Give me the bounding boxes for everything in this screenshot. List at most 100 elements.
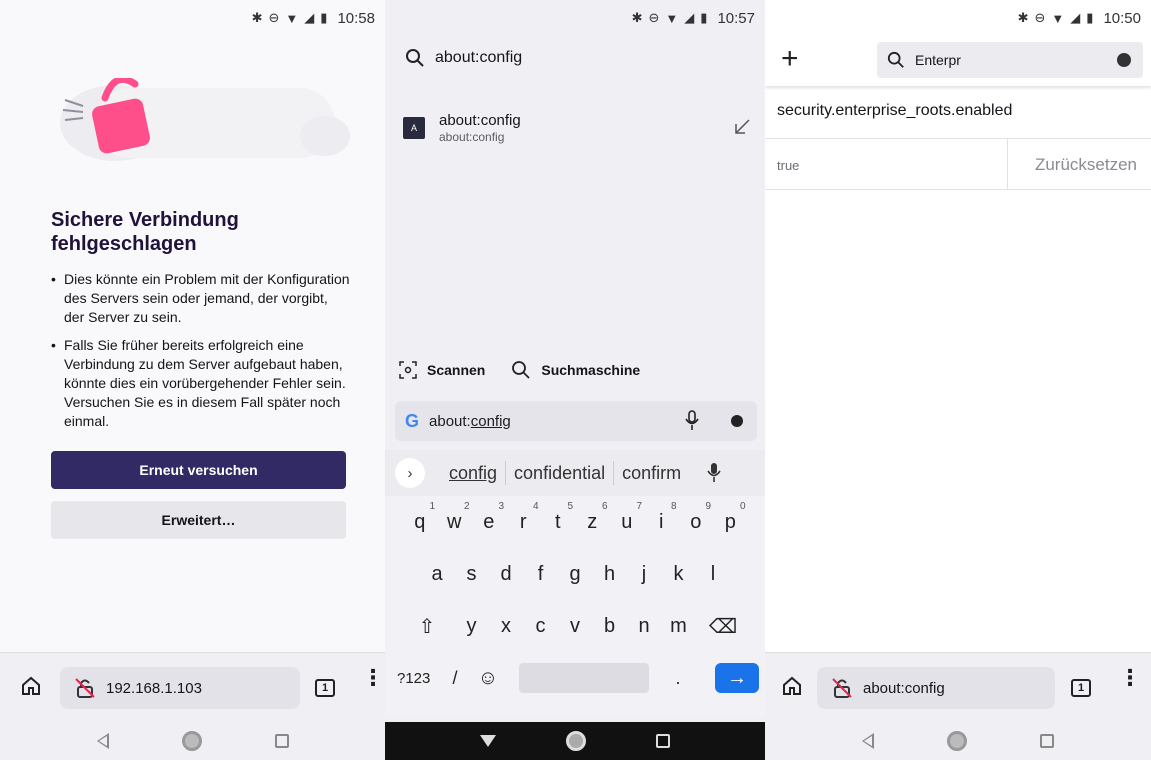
panel-about-config: ✱ ⊖ ▼ ◢ ▮ 10:50 + Enterpr security.enter… [765, 0, 1151, 760]
key[interactable]: z6 [575, 501, 610, 534]
key-label: o [690, 510, 702, 533]
bluetooth-icon: ✱ [1017, 10, 1029, 25]
shift-icon[interactable]: ⇧ [410, 614, 445, 639]
insecure-lock-icon[interactable] [831, 677, 853, 699]
nav-home-icon[interactable] [946, 731, 967, 751]
address-input-composing: config [470, 412, 511, 430]
space-key[interactable] [519, 663, 649, 693]
menu-kebab-icon[interactable]: ⋮ [362, 667, 384, 689]
clear-input-icon[interactable] [731, 415, 743, 427]
expand-chevron-icon[interactable]: › [395, 458, 425, 488]
key[interactable]: q1 [403, 501, 438, 534]
key[interactable]: x [489, 615, 524, 638]
key[interactable]: l [696, 563, 731, 586]
key[interactable]: a [420, 563, 455, 586]
key[interactable]: c [523, 615, 558, 638]
key[interactable]: k [661, 563, 696, 586]
key-label: u [621, 510, 633, 533]
nav-recents-icon[interactable] [274, 734, 289, 748]
pref-value[interactable]: true [777, 158, 799, 173]
panel-error-page: ✱ ⊖ ▼ ◢ ▮ 10:58 Sichere Verbindung fehlg… [0, 0, 385, 760]
key[interactable]: w2 [437, 501, 472, 534]
key[interactable]: o9 [679, 501, 714, 534]
retry-button[interactable]: Erneut versuchen [51, 451, 346, 489]
key[interactable]: b [592, 615, 627, 638]
key[interactable]: e3 [472, 501, 507, 534]
nav-back-icon[interactable] [861, 733, 874, 749]
signal-icon: ◢ [684, 10, 695, 25]
clear-search-icon[interactable] [1117, 53, 1131, 67]
slash-key[interactable]: / [437, 668, 473, 689]
microphone-icon[interactable] [685, 410, 699, 432]
nav-recents-icon[interactable] [656, 734, 670, 748]
pref-name[interactable]: security.enterprise_roots.enabled [777, 102, 1012, 120]
nav-home-icon[interactable] [566, 731, 586, 751]
insecure-lock-icon[interactable] [74, 677, 96, 699]
key[interactable]: f [523, 563, 558, 586]
dnd-icon: ⊖ [268, 10, 280, 25]
search-header: about:config [405, 48, 522, 68]
key[interactable]: t5 [541, 501, 576, 534]
nav-recents-icon[interactable] [1040, 734, 1055, 748]
backspace-icon[interactable]: ⌫ [706, 614, 741, 639]
url-bar[interactable]: about:config [817, 667, 1055, 709]
keyboard-suggestion-strip: › config confidential confirm [385, 450, 765, 496]
key[interactable]: j [627, 563, 662, 586]
search-engine-button[interactable]: Suchmaschine [511, 360, 640, 380]
key[interactable]: s [454, 563, 489, 586]
system-nav-bar [765, 722, 1151, 760]
home-icon[interactable] [20, 675, 42, 697]
wifi-icon: ▼ [285, 10, 299, 26]
key[interactable]: y [454, 615, 489, 638]
tabs-button[interactable]: 1 [1071, 679, 1091, 697]
key[interactable]: u7 [610, 501, 645, 534]
key-hint: 2 [463, 500, 470, 512]
enter-arrow-icon[interactable]: → [715, 663, 759, 693]
keyboard-suggestion[interactable]: confidential [506, 463, 613, 484]
reset-button[interactable]: Zurücksetzen [1035, 155, 1137, 175]
address-input[interactable]: G about:config [395, 401, 757, 441]
tabs-button[interactable]: 1 [315, 679, 335, 697]
dnd-icon: ⊖ [648, 10, 660, 25]
search-icon [887, 51, 904, 68]
pref-search-input[interactable]: Enterpr [877, 42, 1143, 78]
key-hint: 0 [739, 500, 746, 512]
key-row-3: ⇧ y x c v b n m ⌫ [385, 600, 765, 652]
suggestion-item[interactable]: A about:config about:config [403, 108, 753, 148]
key[interactable]: v [558, 615, 593, 638]
add-pref-icon[interactable]: + [781, 44, 799, 74]
key-row-2: a s d f g h j k l [385, 548, 765, 600]
key[interactable]: r4 [506, 501, 541, 534]
suggestion-text: about:config about:config [439, 112, 521, 144]
key[interactable]: d [489, 563, 524, 586]
url-bar[interactable]: 192.168.1.103 [60, 667, 300, 709]
scan-button[interactable]: Scannen [399, 361, 485, 379]
emoji-icon[interactable]: ☺ [473, 667, 503, 690]
address-input-prefix: about: [429, 412, 471, 430]
system-nav-bar [385, 722, 765, 760]
key[interactable]: h [592, 563, 627, 586]
symbols-key[interactable]: ?123 [397, 670, 437, 687]
nav-hide-keyboard-icon[interactable] [480, 735, 496, 747]
nav-back-icon[interactable] [96, 733, 109, 749]
advanced-button[interactable]: Erweitert… [51, 501, 346, 539]
scan-label: Scannen [427, 362, 486, 378]
home-icon[interactable] [781, 675, 803, 697]
wifi-icon: ▼ [665, 10, 679, 26]
key[interactable]: p0 [713, 501, 748, 534]
nav-home-icon[interactable] [181, 731, 202, 751]
battery-icon: ▮ [700, 10, 708, 25]
period-key[interactable]: . [663, 668, 693, 689]
url-text: 192.168.1.103 [106, 679, 202, 697]
key[interactable]: i8 [644, 501, 679, 534]
key[interactable]: g [558, 563, 593, 586]
system-nav-bar [0, 722, 385, 760]
status-time: 10:58 [337, 9, 375, 27]
keyboard-suggestion[interactable]: config [441, 463, 505, 484]
key[interactable]: m [661, 615, 696, 638]
keyboard-mic-icon[interactable] [707, 462, 721, 484]
keyboard-suggestion[interactable]: confirm [614, 463, 689, 484]
key[interactable]: n [627, 615, 662, 638]
menu-kebab-icon[interactable]: ⋮ [1119, 667, 1141, 689]
fill-arrow-icon[interactable] [731, 116, 753, 138]
